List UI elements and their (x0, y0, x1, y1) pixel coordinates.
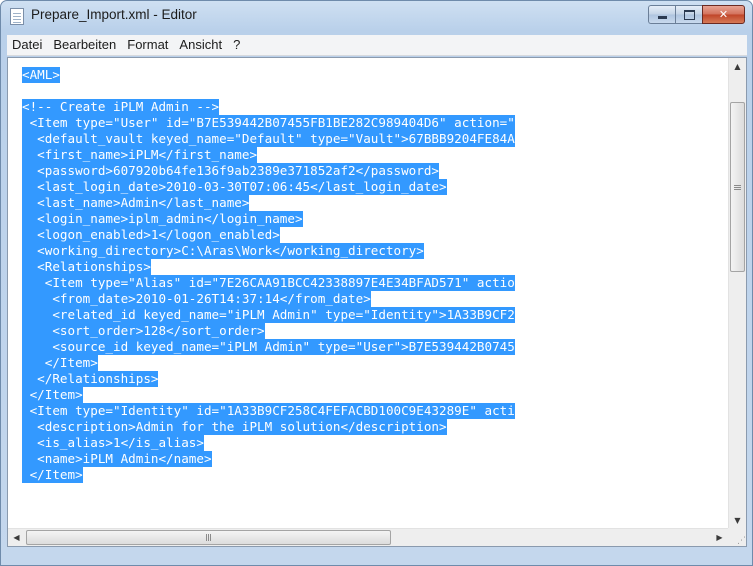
grip-icon (734, 186, 741, 188)
scroll-down-arrow-icon: ▼ (734, 516, 741, 525)
maximize-icon (683, 9, 695, 20)
size-grip-icon[interactable]: ⋰ (728, 528, 746, 546)
code-line: </Item> (22, 387, 83, 403)
scroll-left-arrow-icon: ◀ (13, 533, 20, 542)
minimize-button[interactable] (648, 5, 675, 24)
code-line: <name>iPLM Admin</name> (22, 451, 212, 467)
caption-buttons: ✕ (648, 5, 745, 25)
close-button[interactable]: ✕ (702, 5, 745, 24)
code-line: <Item type="User" id="B7E539442B07455FB1… (22, 115, 515, 131)
scroll-right-button[interactable]: ▶ (711, 529, 728, 546)
code-line: <!-- Create iPLM Admin --> (22, 99, 220, 115)
editor-window: Prepare_Import.xml - Editor ✕ Datei Bear… (0, 0, 753, 566)
code-line: <from_date>2010-01-26T14:37:14</from_dat… (22, 291, 371, 307)
code-line: <source_id keyed_name="iPLM Admin" type=… (22, 339, 515, 355)
code-line: <related_id keyed_name="iPLM Admin" type… (22, 307, 515, 323)
vertical-scrollbar[interactable]: ▲ ▼ (728, 58, 746, 529)
code-line: <first_name>iPLM</first_name> (22, 147, 258, 163)
maximize-button[interactable] (675, 5, 702, 24)
window-title: Prepare_Import.xml - Editor (31, 7, 197, 22)
menu-help[interactable]: ? (228, 35, 246, 55)
code-line: <sort_order>128</sort_order> (22, 323, 265, 339)
scroll-right-arrow-icon: ▶ (716, 533, 723, 542)
code-line: <logon_enabled>1</logon_enabled> (22, 227, 280, 243)
scroll-down-button[interactable]: ▼ (729, 512, 746, 529)
code-line: <last_login_date>2010-03-30T07:06:45</la… (22, 179, 447, 195)
scroll-up-arrow-icon: ▲ (734, 62, 741, 71)
minimize-icon (657, 16, 667, 19)
code-line: <description>Admin for the iPLM solution… (22, 419, 447, 435)
code-line: <default_vault keyed_name="Default" type… (22, 131, 515, 147)
code-line: <is_alias>1</is_alias> (22, 435, 204, 451)
notepad-document-icon[interactable] (10, 8, 24, 25)
code-line: </Item> (22, 355, 98, 371)
scroll-left-button[interactable]: ◀ (8, 529, 25, 546)
editor-client-area: <AML> <!-- Create iPLM Admin --> <Item ty… (7, 57, 747, 547)
menu-datei[interactable]: Datei (7, 35, 48, 55)
menu-bar: Datei Bearbeiten Format Ansicht ? (7, 35, 747, 56)
code-line: <password>607920b64fe136f9ab2389e371852a… (22, 163, 440, 179)
code-line: <Item type="Identity" id="1A33B9CF258C4F… (22, 403, 515, 419)
code-line: <last_name>Admin</last_name> (22, 195, 250, 211)
code-line: <working_directory>C:\Aras\Work</working… (22, 243, 424, 259)
code-line: </Item> (22, 467, 83, 483)
vertical-scroll-thumb[interactable] (730, 102, 745, 272)
horizontal-scrollbar[interactable]: ◀ ▶ (8, 528, 728, 546)
code-line: <Relationships> (22, 259, 151, 275)
horizontal-scroll-thumb[interactable] (26, 530, 391, 545)
grip-icon (208, 534, 209, 541)
scroll-up-button[interactable]: ▲ (729, 58, 746, 75)
menu-bearbeiten[interactable]: Bearbeiten (48, 35, 122, 55)
code-line: <Item type="Alias" id="7E26CAA91BCC42338… (22, 275, 515, 291)
code-line: <AML> (22, 67, 60, 83)
code-line: <login_name>iplm_admin</login_name> (22, 211, 303, 227)
code-line: </Relationships> (22, 371, 159, 387)
menu-format[interactable]: Format (122, 35, 174, 55)
close-icon: ✕ (718, 8, 729, 21)
title-bar[interactable]: Prepare_Import.xml - Editor ✕ (1, 1, 752, 33)
text-editor[interactable]: <AML> <!-- Create iPLM Admin --> <Item ty… (8, 58, 728, 529)
menu-ansicht[interactable]: Ansicht (174, 35, 228, 55)
